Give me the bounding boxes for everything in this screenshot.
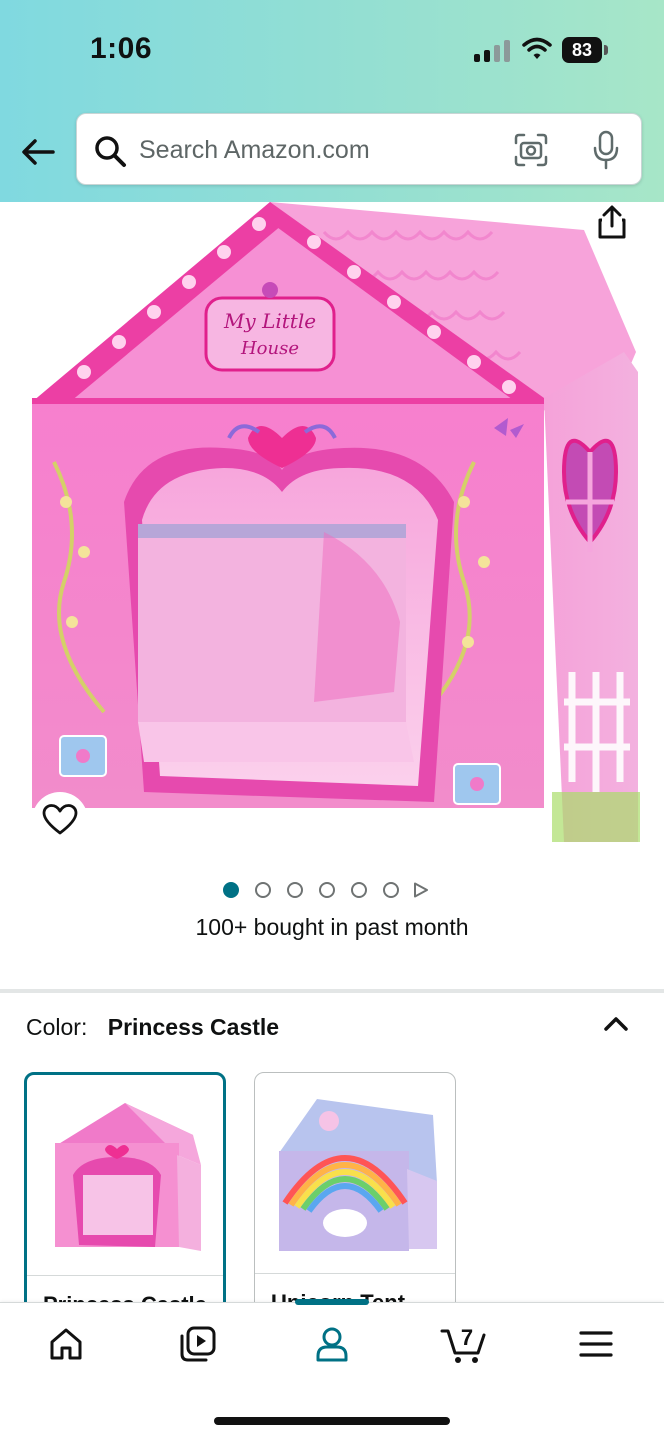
princess-castle-thumbnail [55, 1103, 201, 1251]
cart-icon: 7 [440, 1325, 486, 1363]
unicorn-tent-thumbnail [279, 1099, 437, 1251]
nav-video[interactable] [168, 1321, 228, 1367]
home-icon [50, 1328, 82, 1360]
nav-account[interactable] [302, 1321, 362, 1367]
tent-sign-line2: House [240, 338, 299, 359]
back-button[interactable] [18, 132, 58, 172]
search-bar[interactable] [76, 113, 642, 185]
carousel-dot[interactable] [287, 882, 303, 898]
signal-icon [474, 40, 510, 62]
tent-sign-line1: My Little [223, 309, 316, 333]
play-video-icon[interactable] [413, 882, 429, 898]
share-button[interactable] [594, 204, 630, 240]
color-option-unicorn-tent[interactable]: Unicorn Tent [254, 1072, 456, 1312]
camera-scan-icon[interactable] [513, 132, 549, 168]
selected-color: Princess Castle [107, 1014, 280, 1040]
share-icon [598, 205, 626, 239]
carousel-dot[interactable] [255, 882, 271, 898]
product-image[interactable]: My Little House [24, 202, 640, 842]
menu-icon [579, 1331, 613, 1357]
account-icon [316, 1327, 348, 1362]
bottom-navigation: 7 [0, 1299, 664, 1440]
top-header-area: 1:06 83 [0, 0, 664, 202]
carousel-dot[interactable] [223, 882, 239, 898]
color-label: Color: [26, 1014, 88, 1040]
section-divider [0, 989, 664, 993]
status-time: 1:06 [90, 32, 153, 65]
nav-home[interactable] [36, 1321, 96, 1367]
heart-icon [42, 804, 78, 835]
home-indicator [214, 1417, 450, 1425]
microphone-icon[interactable] [591, 130, 621, 170]
video-icon [180, 1326, 216, 1362]
active-tab-indicator [295, 1299, 369, 1305]
cart-count: 7 [461, 1325, 473, 1350]
nav-cart[interactable]: 7 [434, 1321, 494, 1367]
battery-indicator: 83 [562, 37, 608, 63]
carousel-dot[interactable] [383, 882, 399, 898]
image-carousel-dots [223, 881, 429, 899]
back-arrow-icon [22, 139, 55, 165]
search-icon [95, 136, 126, 167]
battery-level: 83 [562, 37, 602, 63]
wishlist-button[interactable] [32, 792, 88, 848]
status-bar: 1:06 83 [0, 0, 664, 100]
carousel-dot[interactable] [351, 882, 367, 898]
wifi-icon [522, 37, 552, 59]
color-selector-header: Color: Princess Castle [26, 1014, 279, 1041]
search-input[interactable] [139, 128, 479, 172]
nav-menu[interactable] [566, 1321, 626, 1367]
color-option-princess-castle[interactable]: Princess Castle [24, 1072, 226, 1312]
chevron-up-icon[interactable] [602, 1012, 630, 1036]
bought-in-past-month: 100+ bought in past month [195, 914, 469, 940]
carousel-dot[interactable] [319, 882, 335, 898]
